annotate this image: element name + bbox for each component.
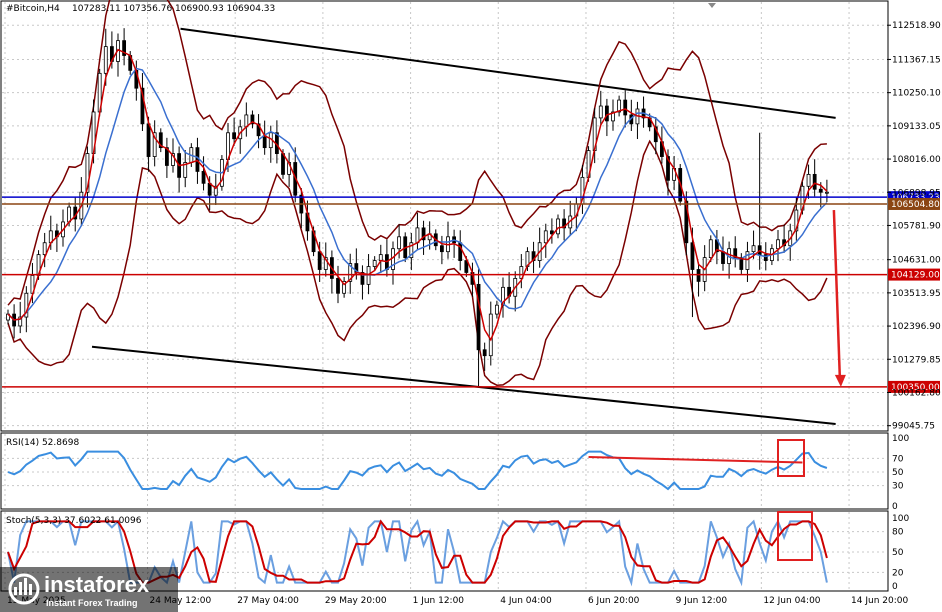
candle-body — [776, 239, 780, 250]
candle-body — [317, 251, 322, 270]
price-tick-label: 100162.80 — [892, 388, 941, 398]
candle-body — [824, 191, 829, 194]
time-tick-label: 1 Jun 12:00 — [413, 596, 465, 606]
candle-body — [812, 173, 817, 190]
rsi-level-label: 0 — [892, 502, 898, 512]
price-tick-label: 102396.90 — [892, 322, 941, 332]
price-tick-label: 103513.95 — [892, 289, 941, 299]
price-tick-label: 105781.90 — [892, 221, 941, 231]
candle-body — [372, 260, 377, 267]
stoch-level-label: 50 — [892, 548, 904, 558]
stoch-level-label: 100 — [892, 514, 909, 524]
candle-body — [751, 245, 756, 253]
price-tick-label: 111367.15 — [892, 55, 941, 65]
brand-name: instaforex — [44, 572, 150, 597]
time-tick-label: 29 May 20:00 — [325, 596, 387, 606]
price-tick-label: 99045.75 — [892, 422, 935, 432]
rsi-level-label: 30 — [892, 482, 904, 492]
candle-body — [67, 206, 72, 223]
price-badge-label: 104129.00 — [891, 271, 940, 281]
price-tick-label: 106898.95 — [892, 188, 941, 198]
candle-body — [397, 236, 402, 250]
price-axis: 112518.90 111367.15 110250.10 109133.05 1080… — [887, 21, 941, 432]
instaforex-logo: instaforex Instant Forex Trading — [0, 567, 178, 612]
stoch-level-label: 80 — [892, 528, 904, 538]
rsi-level-label: 50 — [892, 468, 904, 478]
candle-body — [623, 99, 628, 116]
candle-body — [696, 269, 701, 282]
time-tick-label: 9 Jun 12:00 — [676, 596, 728, 606]
candle-body — [378, 254, 383, 261]
candle-body — [488, 313, 493, 357]
candle-body — [690, 242, 695, 270]
candle-body — [721, 251, 725, 264]
rsi-level-label: 70 — [892, 454, 904, 464]
rsi-label: RSI(14) 52.8698 — [6, 438, 79, 448]
time-tick-label: 27 May 04:00 — [237, 596, 299, 606]
price-badge-label: 106504.80 — [891, 200, 940, 210]
candle-body — [232, 132, 237, 140]
candle-body — [42, 242, 47, 256]
candle-body — [818, 188, 823, 193]
price-tick-label: 104631.00 — [892, 256, 941, 266]
chart-canvas: 106733.23106504.80104129.00100350.00 112… — [0, 0, 941, 612]
candle-body — [708, 239, 713, 259]
price-tick-label: 110250.10 — [892, 89, 941, 99]
candle-body — [806, 173, 811, 187]
price-tick-label: 101279.85 — [892, 355, 941, 365]
price-tick-label: 108016.00 — [892, 155, 941, 165]
brand-tagline: Instant Forex Trading — [46, 598, 138, 608]
candle-body — [439, 245, 444, 253]
candle-body — [598, 105, 603, 119]
candle-body — [262, 135, 267, 149]
candle-body — [556, 218, 560, 235]
stoch-level-label: 0 — [892, 582, 898, 592]
candle-body — [494, 304, 499, 315]
candle-body — [415, 227, 420, 244]
candle-body — [543, 230, 548, 244]
candle-body — [336, 278, 340, 294]
candle-body — [195, 147, 200, 172]
symbol-label: #Bitcoin,H4 — [6, 4, 60, 14]
time-tick-label: 4 Jun 04:00 — [500, 596, 552, 606]
candle-body — [604, 105, 609, 122]
candle-body — [103, 46, 108, 74]
candle-body — [146, 123, 151, 157]
price-tick-label: 109133.05 — [892, 122, 941, 132]
stoch-label: Stoch(5,3,3) 37.6022 61.0096 — [6, 516, 142, 526]
rsi-panel-frame — [0, 432, 889, 510]
candle-body — [201, 171, 206, 184]
candle-body — [482, 349, 487, 357]
time-tick-label: 6 Jun 20:00 — [588, 596, 640, 606]
rsi-level-label: 100 — [892, 434, 909, 444]
ohlc-values: 107283.11 107356.76 106900.93 106904.33 — [72, 4, 275, 14]
stoch-level-label: 20 — [892, 568, 904, 578]
time-tick-label: 12 Jun 04:00 — [763, 596, 820, 606]
time-tick-label: 14 Jun 20:00 — [851, 596, 908, 606]
price-tick-label: 112518.90 — [892, 21, 941, 31]
